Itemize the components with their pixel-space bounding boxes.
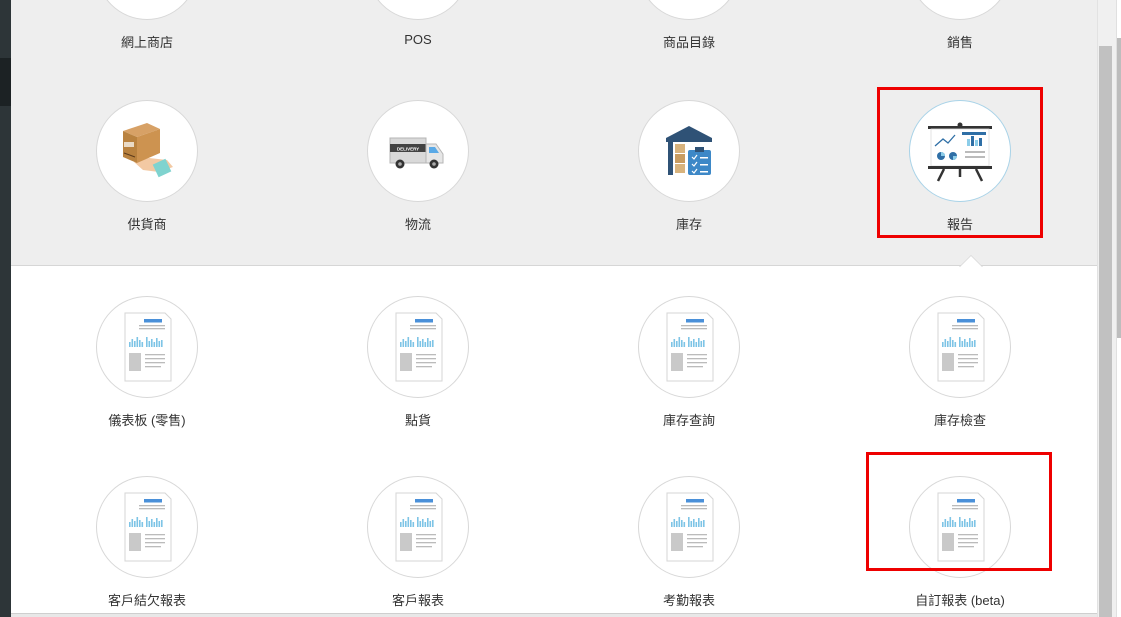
module-label: 供貨商 [127, 217, 167, 232]
report-document-icon [367, 296, 469, 398]
report-label: 客戶結欠報表 [107, 593, 186, 608]
report-document-icon [638, 296, 740, 398]
report-label: 客戶報表 [391, 593, 444, 608]
warehouse-icon [638, 100, 740, 202]
report-label: 自訂報表 (beta) [915, 593, 1005, 608]
report-document-icon [96, 476, 198, 578]
module-label: 商品目錄 [662, 35, 715, 50]
report-label: 儀表板 (零售) [108, 413, 186, 428]
left-edge-tab [0, 58, 11, 106]
supplier-box-icon [96, 100, 198, 202]
report-document-icon [638, 476, 740, 578]
delivery-truck-icon: DELIVERY [367, 100, 469, 202]
truck-text: DELIVERY [397, 147, 419, 152]
submenu-pointer [960, 256, 982, 267]
module-label: POS [404, 32, 432, 47]
report-label: 庫存檢查 [933, 413, 986, 428]
main-scrollbar-thumb[interactable] [1099, 46, 1112, 617]
module-label: 物流 [404, 217, 431, 232]
report-document-icon [367, 476, 469, 578]
report-label: 庫存查詢 [662, 413, 715, 428]
module-label: 銷售 [946, 35, 973, 50]
report-document-icon [96, 296, 198, 398]
report-document-icon [909, 476, 1011, 578]
outer-scrollbar[interactable] [1116, 0, 1121, 617]
presentation-board-icon [909, 100, 1011, 202]
left-app-edge [0, 0, 11, 617]
module-label: 報告 [946, 217, 973, 232]
outer-scrollbar-thumb[interactable] [1117, 38, 1121, 338]
report-label: 考勤報表 [662, 593, 715, 608]
module-label: 網上商店 [120, 35, 173, 50]
report-label: 點貨 [404, 413, 431, 428]
module-label: 庫存 [675, 217, 702, 232]
report-document-icon [909, 296, 1011, 398]
bottom-border [11, 613, 1097, 617]
